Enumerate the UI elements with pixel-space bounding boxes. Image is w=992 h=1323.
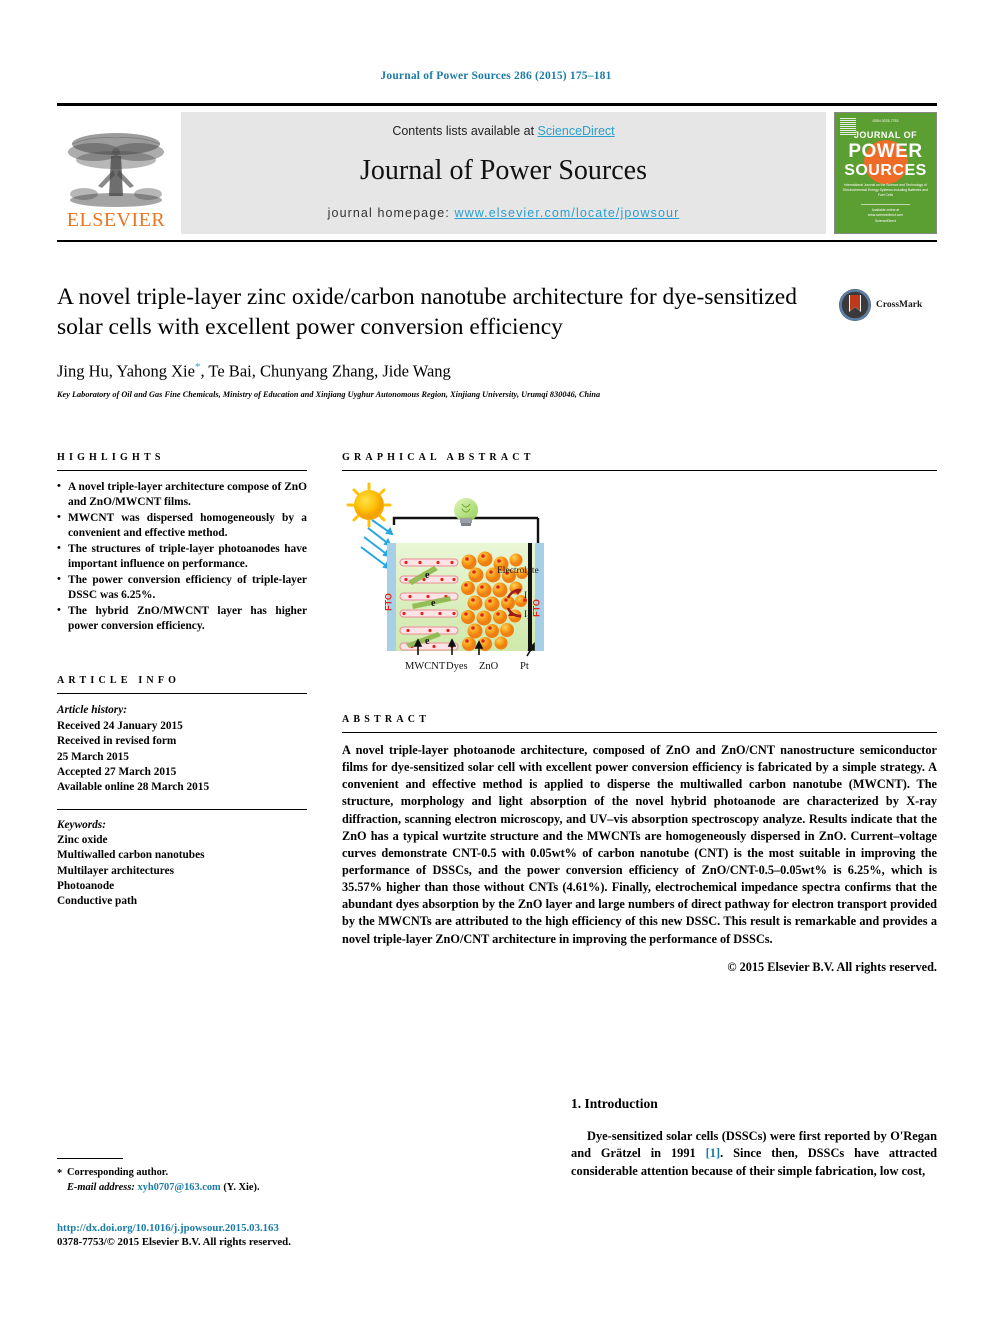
history-line: Available online 28 March 2015 — [57, 781, 210, 794]
cover-subtitle: International Journal on the Science and… — [843, 183, 928, 198]
graphical-abstract-heading: GRAPHICAL ABSTRACT — [342, 452, 535, 463]
cover-footer: Available online at www.sciencedirect.co… — [861, 203, 910, 224]
abstract-heading: ABSTRACT — [342, 714, 431, 725]
journal-cover-thumbnail: ISSN 0378-7753 JOURNAL OF POWER SOURCES … — [834, 112, 937, 234]
keyword-item: Photoanode — [57, 880, 115, 893]
highlights-heading: HIGHLIGHTS — [57, 452, 165, 463]
list-item: The hybrid ZnO/MWCNT layer has higher po… — [57, 603, 307, 634]
lightbulb-icon — [454, 498, 478, 526]
homepage-url-link[interactable]: www.elsevier.com/locate/jpowsour — [454, 206, 679, 220]
zno-label: ZnO — [479, 661, 499, 672]
elsevier-tree-icon — [68, 133, 164, 207]
article-info-rule — [57, 693, 307, 695]
electron-label: e — [431, 598, 436, 609]
list-item: The structures of triple-layer photoanod… — [57, 541, 307, 572]
redox-label-i3: I₃ — [524, 610, 530, 620]
history-line: Received in revised form — [57, 735, 177, 748]
elsevier-logo: ELSEVIER — [57, 112, 175, 234]
cover-line-sources: SOURCES — [844, 162, 927, 179]
journal-banner: Contents lists available at ScienceDirec… — [181, 112, 826, 234]
fto-left-label: FTO — [384, 593, 394, 611]
footnote-block: Corresponding author. E-mail address: xy… — [57, 1158, 357, 1195]
author-list: Jing Hu, Yahong Xie*, Te Bai, Chunyang Z… — [57, 361, 817, 382]
page-title: A novel triple-layer zinc oxide/carbon n… — [57, 284, 797, 341]
electron-label: e — [425, 636, 430, 647]
electrolyte-label: Electrolyte — [497, 566, 539, 576]
history-line: Received 24 January 2015 — [57, 719, 183, 732]
sciencedirect-link[interactable]: ScienceDirect — [538, 124, 615, 138]
journal-title: Journal of Power Sources — [360, 155, 647, 186]
crossmark-label: CrossMark — [876, 300, 923, 310]
introduction-section: 1. Introduction Dye-sensitized solar cel… — [571, 1096, 937, 1180]
contents-prefix: Contents lists available at — [392, 124, 535, 138]
cover-line-journal-of: JOURNAL OF — [853, 130, 918, 140]
keyword-item: Conductive path — [57, 895, 138, 908]
email-owner: (Y. Xie). — [223, 1182, 260, 1194]
fto-right-electrode — [535, 543, 544, 651]
copyright-line: © 2015 Elsevier B.V. All rights reserved… — [727, 959, 937, 974]
dyes-label: Dyes — [446, 661, 468, 672]
email-note: E-mail address: xyh0707@163.com (Y. Xie)… — [57, 1180, 357, 1195]
introduction-paragraph: Dye-sensitized solar cells (DSSCs) were … — [571, 1128, 937, 1180]
keyword-item: Multiwalled carbon nanotubes — [57, 849, 205, 862]
journal-masthead: ELSEVIER Contents lists available at Sci… — [57, 103, 937, 234]
sun-icon — [346, 482, 392, 528]
footnote-rule — [57, 1158, 123, 1159]
list-item: MWCNT was dispersed homogeneously by a c… — [57, 510, 307, 541]
title-block: A novel triple-layer zinc oxide/carbon n… — [57, 282, 817, 399]
article-info-section: ARTICLE INFO Article history: Received 2… — [57, 675, 307, 909]
keywords-block: Keywords: Zinc oxide Multiwalled carbon … — [57, 818, 307, 910]
journal-homepage-line: journal homepage: www.elsevier.com/locat… — [181, 206, 826, 220]
issn-copyright-line: 0378-7753/© 2015 Elsevier B.V. All right… — [57, 1236, 291, 1248]
keyword-item: Zinc oxide — [57, 833, 108, 846]
list-item: The power conversion efficiency of tripl… — [57, 572, 307, 603]
highlights-rule — [57, 470, 307, 471]
graphical-abstract-rule — [342, 470, 937, 471]
email-label: E-mail address: — [67, 1182, 135, 1194]
introduction-heading: 1. Introduction — [571, 1096, 658, 1111]
dssc-schematic-svg: FTO FTO e e e Electrolyte I I₃ MWCNT Dye… — [346, 482, 544, 672]
abstract-rule — [342, 732, 937, 733]
homepage-prefix: journal homepage: — [327, 206, 450, 220]
affiliation: Key Laboratory of Oil and Gas Fine Chemi… — [57, 389, 601, 399]
right-column: GRAPHICAL ABSTRACT FTO FTO e e e Electro… — [342, 452, 937, 975]
keywords-rule — [57, 808, 307, 810]
history-line: Accepted 27 March 2015 — [57, 765, 177, 778]
fto-right-label: FTO — [532, 599, 542, 617]
platinum-layer — [528, 543, 532, 651]
abstract-body: A novel triple-layer photoanode architec… — [342, 743, 937, 946]
crossmark-badge[interactable]: CrossMark — [838, 288, 922, 322]
article-info-heading: ARTICLE INFO — [57, 675, 181, 687]
doi-link[interactable]: http://dx.doi.org/10.1016/j.jpowsour.201… — [57, 1222, 397, 1234]
authors-rest: , Te Bai, Chunyang Zhang, Jide Wang — [200, 361, 451, 381]
cover-issn: ISSN 0378-7753 — [872, 119, 899, 123]
cover-line-power: POWER — [848, 141, 923, 162]
mwcnt-label: MWCNT — [405, 661, 446, 672]
corresponding-author-note: Corresponding author. — [57, 1165, 357, 1181]
keywords-heading: Keywords: — [57, 818, 106, 831]
history-line: 25 March 2015 — [57, 750, 129, 763]
masthead-bottom-rule — [57, 240, 937, 242]
doi-block: http://dx.doi.org/10.1016/j.jpowsour.201… — [57, 1222, 397, 1248]
citation-link[interactable]: [1] — [706, 1146, 720, 1160]
article-history-block: Article history: Received 24 January 201… — [57, 703, 307, 795]
authors-first: Jing Hu, Yahong Xie — [57, 361, 195, 381]
crossmark-icon — [839, 289, 871, 321]
left-column: HIGHLIGHTS A novel triple-layer architec… — [57, 452, 307, 910]
redox-label-i: I — [524, 591, 527, 601]
keyword-item: Multilayer architectures — [57, 864, 175, 877]
list-item: A novel triple-layer architecture compos… — [57, 479, 307, 510]
elsevier-wordmark: ELSEVIER — [66, 209, 166, 231]
abstract-section: ABSTRACT A novel triple-layer photoanode… — [342, 714, 937, 975]
email-link[interactable]: xyh0707@163.com — [137, 1182, 220, 1193]
highlights-list: A novel triple-layer architecture compos… — [57, 479, 307, 634]
article-history-heading: Article history: — [57, 704, 127, 717]
graphical-abstract-figure: FTO FTO e e e Electrolyte I I₃ MWCNT Dye… — [342, 480, 632, 676]
contents-line: Contents lists available at ScienceDirec… — [181, 124, 826, 138]
running-head: Journal of Power Sources 286 (2015) 175–… — [380, 70, 612, 82]
pt-label: Pt — [520, 661, 529, 672]
paper-page: Journal of Power Sources 286 (2015) 175–… — [0, 0, 992, 1323]
electron-label: e — [425, 570, 430, 581]
